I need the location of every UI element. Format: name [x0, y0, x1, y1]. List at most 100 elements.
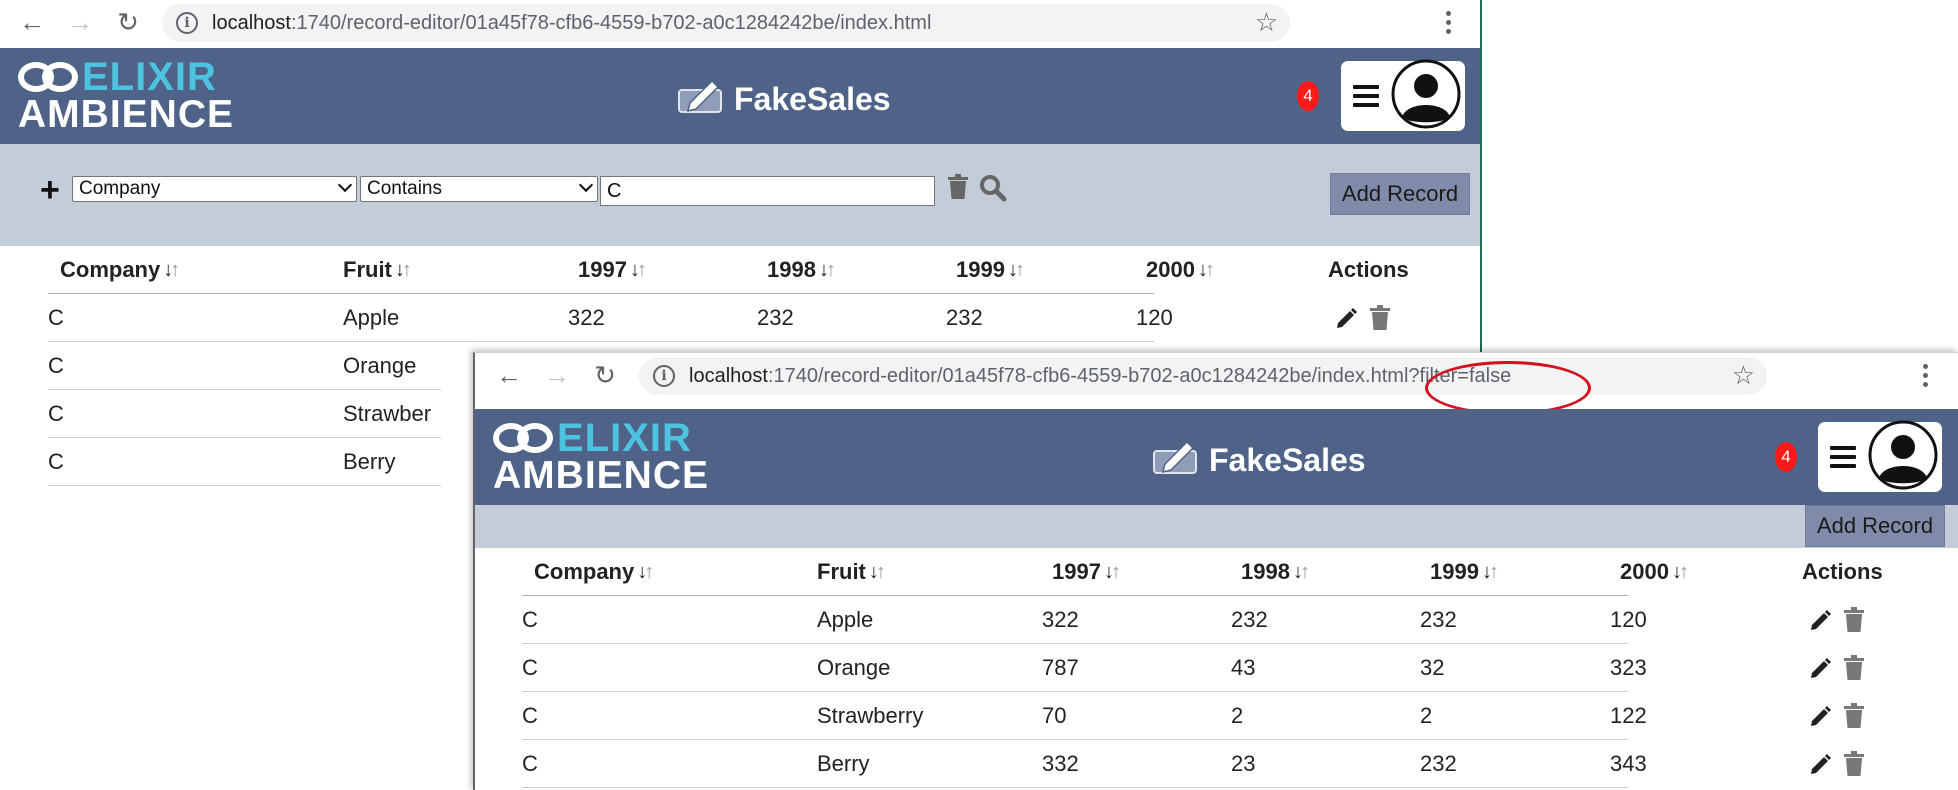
column-header-company[interactable]: Company ↓ ↑ [534, 548, 834, 595]
sort-arrows-icon[interactable]: ↓ ↑ [869, 562, 886, 582]
trash-icon[interactable] [1369, 304, 1391, 331]
cell-1997: 70 [1042, 702, 1067, 728]
edit-icon [1153, 437, 1199, 483]
plus-icon: + [40, 171, 60, 209]
info-icon[interactable]: i [176, 12, 198, 34]
column-header-label: Actions [1328, 256, 1409, 282]
app-title-text: FakeSales [1209, 441, 1366, 478]
column-header-fruit[interactable]: Fruit ↓ ↑ [817, 548, 1057, 595]
forward-button[interactable]: → [64, 6, 96, 38]
edit-icon [678, 76, 724, 122]
column-header-1997[interactable]: 1997 ↓ ↑ [578, 246, 778, 293]
column-header-actions[interactable]: Actions [1802, 548, 1922, 595]
trash-icon[interactable] [1843, 750, 1865, 777]
star-icon[interactable]: ☆ [1732, 360, 1755, 391]
sort-arrows-icon[interactable]: ↓ ↑ [1482, 562, 1499, 582]
notification-badge[interactable]: 4 [1297, 81, 1319, 111]
chevron-down-icon [337, 177, 353, 193]
filter-value-input[interactable] [600, 176, 935, 206]
filter-operator-select[interactable]: Contains [360, 176, 598, 202]
info-icon[interactable]: i [653, 365, 675, 387]
column-header-label: 1997 [1052, 558, 1101, 584]
column-header-label: Company [534, 558, 635, 584]
column-header-label: Company [60, 256, 161, 282]
sort-arrows-icon[interactable]: ↓ ↑ [1008, 260, 1025, 280]
column-header-label: 1998 [767, 256, 816, 282]
pencil-icon[interactable] [1335, 306, 1359, 330]
add-record-button[interactable]: Add Record [1805, 505, 1945, 547]
sort-arrows-icon[interactable]: ↓ ↑ [630, 260, 647, 280]
notification-badge[interactable]: 4 [1775, 442, 1797, 472]
back-button[interactable]: ← [16, 6, 48, 38]
column-header-label: Fruit [343, 256, 392, 282]
column-header-2000[interactable]: 2000 ↓ ↑ [1146, 246, 1356, 293]
sort-arrows-icon[interactable]: ↓ ↑ [395, 260, 412, 280]
cell-1998: 2 [1231, 702, 1244, 728]
address-bar[interactable]: i localhost:1740/record-editor/01a45f78-… [639, 357, 1767, 395]
cell-1997: 322 [1042, 606, 1079, 632]
column-header-label: Fruit [817, 558, 866, 584]
column-header-1998[interactable]: 1998 ↓ ↑ [1241, 548, 1441, 595]
cell-2000: 120 [1610, 606, 1647, 632]
star-icon[interactable]: ☆ [1255, 7, 1278, 38]
sort-arrows-icon[interactable]: ↓ ↑ [1672, 562, 1689, 582]
cell-company: C [522, 606, 538, 632]
pencil-icon[interactable] [1809, 704, 1833, 728]
column-header-1999[interactable]: 1999 ↓ ↑ [956, 246, 1156, 293]
table-header-row: Company ↓ ↑ Fruit ↓ ↑ 1997 ↓ ↑ 1998 ↓ ↑ 1999 ↓ ↑ 2000 ↓ ↑… [522, 548, 1883, 596]
sort-arrows-icon[interactable]: ↓ ↑ [1293, 562, 1310, 582]
search-button[interactable] [979, 174, 1007, 207]
trash-icon[interactable] [1843, 702, 1865, 729]
column-header-fruit[interactable]: Fruit ↓ ↑ [343, 246, 583, 293]
column-header-1997[interactable]: 1997 ↓ ↑ [1052, 548, 1252, 595]
user-menu-button[interactable] [1818, 420, 1942, 492]
sort-arrows-icon[interactable]: ↓ ↑ [163, 260, 180, 280]
pencil-icon[interactable] [1809, 608, 1833, 632]
add-record-button[interactable]: Add Record [1330, 173, 1470, 215]
cell-1997: 322 [568, 304, 605, 330]
arrow-right-icon: → [544, 359, 570, 390]
kebab-menu-icon[interactable] [1915, 359, 1935, 391]
address-bar[interactable]: i localhost:1740/record-editor/01a45f78-… [162, 4, 1290, 42]
forward-button[interactable]: → [541, 359, 573, 391]
trash-icon[interactable] [1843, 654, 1865, 681]
cell-1998: 43 [1231, 654, 1256, 680]
logo-rings-icon [18, 58, 80, 96]
user-menu-button[interactable] [1341, 59, 1465, 131]
cell-1999: 232 [1420, 606, 1457, 632]
add-filter-button[interactable]: + [40, 171, 60, 209]
column-header-company[interactable]: Company ↓ ↑ [60, 246, 360, 293]
browser-window-unfiltered: ← → ↻ i localhost:1740/record-editor/01a… [473, 352, 1958, 790]
app-title: FakeSales [678, 76, 891, 122]
cell-fruit: Apple [343, 304, 400, 330]
back-button[interactable]: ← [493, 359, 525, 391]
hamburger-icon [1353, 85, 1379, 107]
cell-fruit: Orange [343, 352, 417, 378]
pencil-icon[interactable] [1809, 656, 1833, 680]
reload-button[interactable]: ↻ [112, 6, 144, 38]
sort-arrows-icon[interactable]: ↓ ↑ [1104, 562, 1121, 582]
column-header-1999[interactable]: 1999 ↓ ↑ [1430, 548, 1630, 595]
sort-arrows-icon[interactable]: ↓ ↑ [1198, 260, 1215, 280]
kebab-menu-icon[interactable] [1438, 6, 1458, 38]
sort-arrows-icon[interactable]: ↓ ↑ [637, 562, 654, 582]
column-header-1998[interactable]: 1998 ↓ ↑ [767, 246, 967, 293]
trash-icon[interactable] [1843, 606, 1865, 633]
column-header-2000[interactable]: 2000 ↓ ↑ [1620, 548, 1830, 595]
clear-filter-button[interactable] [947, 174, 969, 205]
app-title-text: FakeSales [734, 80, 891, 117]
reload-button[interactable]: ↻ [589, 359, 621, 391]
filter-field-select[interactable]: Company [72, 176, 357, 202]
column-header-label: 1997 [578, 256, 627, 282]
column-header-actions[interactable]: Actions [1328, 246, 1448, 293]
elixir-ambience-logo[interactable]: ELIXIR AMBIENCE [18, 57, 233, 137]
pencil-icon[interactable] [1809, 752, 1833, 776]
app-header: ELIXIR AMBIENCE FakeSales 4 [0, 48, 1480, 144]
table-row: C Strawber [48, 390, 441, 438]
cell-1999: 232 [1420, 750, 1457, 776]
cell-fruit: Berry [343, 448, 396, 474]
logo-word-ambience: AMBIENCE [18, 93, 235, 136]
chevron-down-icon [578, 177, 594, 193]
sort-arrows-icon[interactable]: ↓ ↑ [819, 260, 836, 280]
elixir-ambience-logo[interactable]: ELIXIR AMBIENCE [493, 418, 708, 498]
